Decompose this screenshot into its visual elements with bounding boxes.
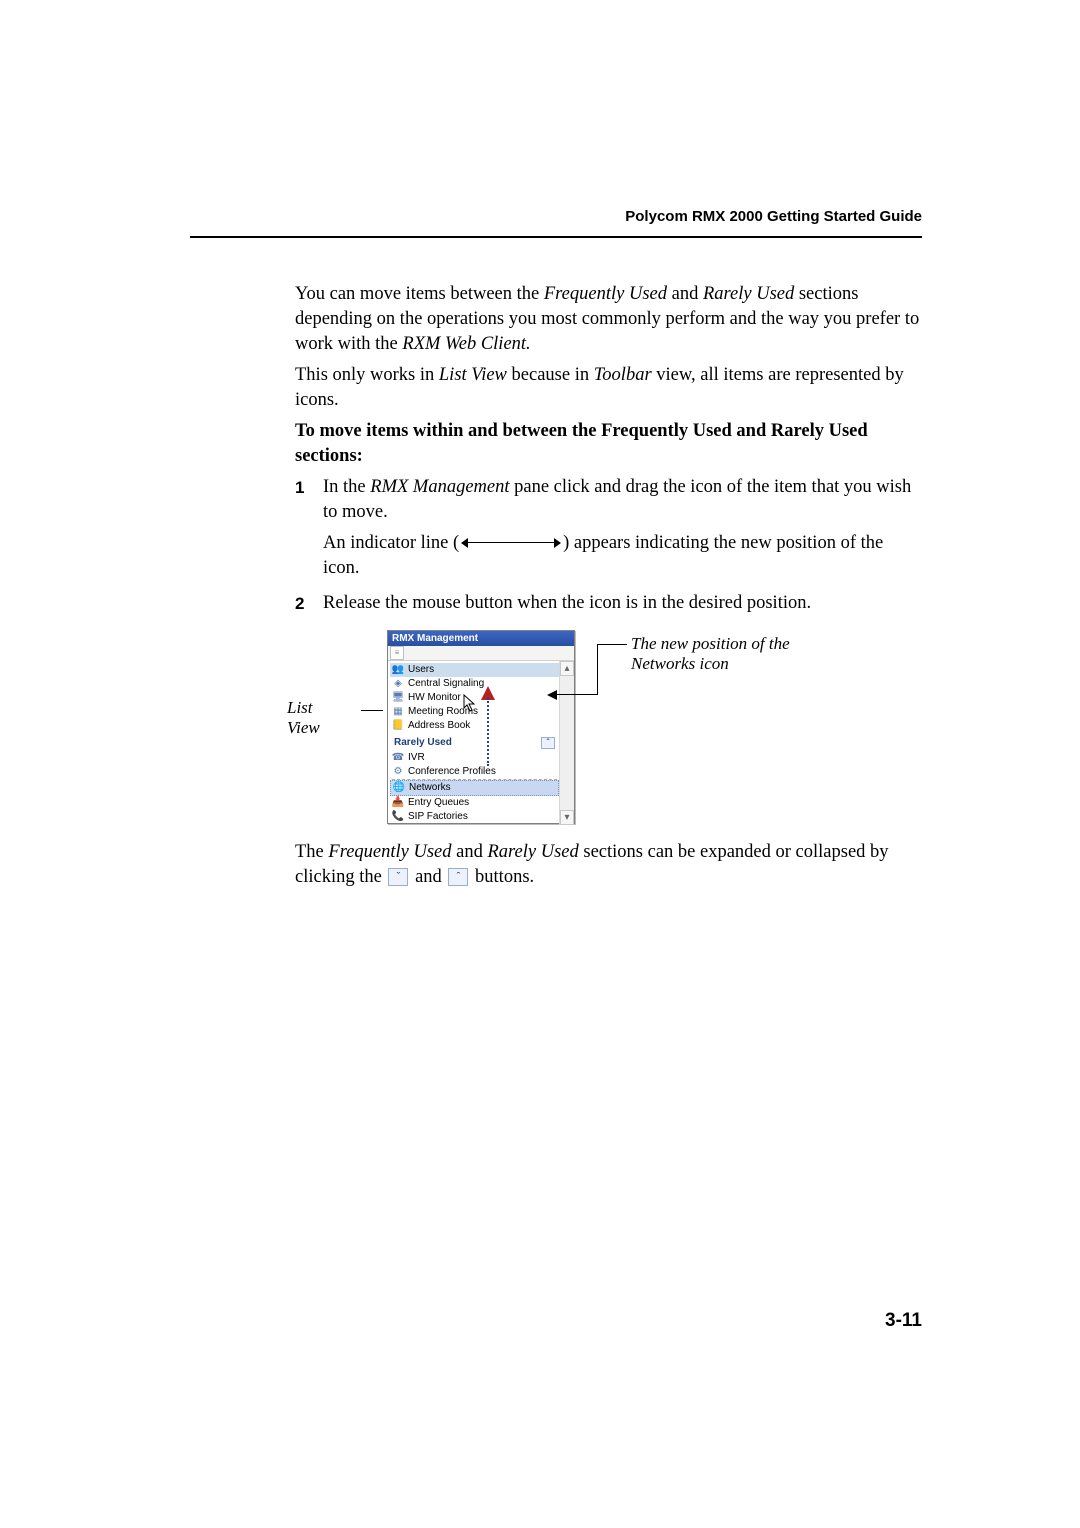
content-column: You can move items between the Frequentl… bbox=[295, 282, 922, 896]
step-body: In the RMX Management pane click and dra… bbox=[323, 475, 922, 587]
steps-list: 1 In the RMX Management pane click and d… bbox=[295, 475, 922, 622]
step-1-line-1: In the RMX Management pane click and dra… bbox=[323, 475, 922, 525]
profiles-icon: ⚙ bbox=[392, 766, 404, 778]
step-1-line-2: An indicator line () appears indicating … bbox=[323, 531, 922, 581]
list-item[interactable]: ⚙ Conference Profiles bbox=[390, 765, 559, 779]
panel-list: 👥 Users ◈ Central Signaling 🖥 HW Monitor bbox=[388, 661, 559, 825]
section-header-rarely-used[interactable]: Rarely Used ˆ bbox=[390, 735, 559, 751]
text-italic: Rarely Used bbox=[487, 842, 578, 862]
list-item[interactable]: ☎ IVR bbox=[390, 751, 559, 765]
callout-arrowhead-icon bbox=[547, 690, 557, 700]
indicator-line-icon bbox=[461, 538, 561, 548]
collapse-up-button-icon: ˆ bbox=[448, 868, 468, 886]
text: and bbox=[410, 867, 446, 887]
text-italic: List View bbox=[439, 365, 507, 385]
figure-left-leader-line bbox=[361, 710, 383, 711]
expand-down-button-icon: ˇ bbox=[388, 868, 408, 886]
callout-leader-line bbox=[597, 644, 598, 695]
step-2-text: Release the mouse button when the icon i… bbox=[323, 591, 922, 616]
address-book-icon: 📒 bbox=[392, 720, 404, 732]
list-item[interactable]: 👥 Users bbox=[390, 663, 559, 677]
entry-queues-icon: 📥 bbox=[392, 797, 404, 809]
list-item-label: IVR bbox=[408, 751, 425, 765]
intro-paragraph-2: This only works in List View because in … bbox=[295, 363, 922, 413]
intro-paragraph-1: You can move items between the Frequentl… bbox=[295, 282, 922, 357]
text-italic: Frequently Used bbox=[328, 842, 451, 862]
text: because in bbox=[507, 365, 594, 385]
document-page: Polycom RMX 2000 Getting Started Guide Y… bbox=[0, 0, 1080, 1528]
step-number: 2 bbox=[295, 591, 323, 622]
list-item-label: Central Signaling bbox=[408, 677, 484, 691]
step-2: 2 Release the mouse button when the icon… bbox=[295, 591, 922, 622]
list-item[interactable]: 📥 Entry Queues bbox=[390, 796, 559, 810]
text-italic: RMX Management bbox=[370, 477, 509, 497]
list-item-label: HW Monitor bbox=[408, 691, 461, 705]
text-italic: RXM Web Client. bbox=[402, 334, 530, 354]
text-italic: Toolbar bbox=[594, 365, 652, 385]
users-icon: 👥 bbox=[392, 664, 404, 676]
list-item-label: Users bbox=[408, 663, 434, 677]
scroll-up-button[interactable]: ▴ bbox=[560, 661, 574, 676]
panel-toolbar: ≡ bbox=[388, 646, 574, 661]
list-item-label: Conference Profiles bbox=[408, 765, 496, 779]
signaling-icon: ◈ bbox=[392, 678, 404, 690]
rmx-management-panel: RMX Management ≡ 👥 Users ◈ Central Signa… bbox=[387, 630, 575, 824]
text: You can move items between the bbox=[295, 284, 544, 304]
text: buttons. bbox=[470, 867, 534, 887]
list-item[interactable]: 🌐 Networks bbox=[390, 780, 559, 796]
scroll-down-button[interactable]: ▾ bbox=[560, 810, 574, 825]
text: This only works in bbox=[295, 365, 439, 385]
panel-title-bar: RMX Management bbox=[388, 631, 574, 647]
text-italic: Frequently Used bbox=[544, 284, 667, 304]
list-item-label: Entry Queues bbox=[408, 796, 469, 810]
text: In the bbox=[323, 477, 370, 497]
figure: List View RMX Management ≡ 👥 Users bbox=[295, 630, 922, 828]
section-label: Rarely Used bbox=[394, 736, 452, 750]
callout-leader-line bbox=[597, 644, 627, 645]
text: and bbox=[452, 842, 488, 862]
step-1: 1 In the RMX Management pane click and d… bbox=[295, 475, 922, 587]
header-title: Polycom RMX 2000 Getting Started Guide bbox=[625, 208, 922, 225]
list-item-label: SIP Factories bbox=[408, 810, 468, 824]
text: and bbox=[667, 284, 703, 304]
text: List bbox=[287, 698, 313, 717]
text: An indicator line ( bbox=[323, 533, 459, 553]
toolbar-view-toggle-button[interactable]: ≡ bbox=[390, 646, 404, 660]
hw-monitor-icon: 🖥 bbox=[392, 692, 404, 704]
collapse-icon[interactable]: ˆ bbox=[541, 737, 555, 749]
callout-leader-line bbox=[556, 694, 598, 695]
list-item[interactable]: 📒 Address Book bbox=[390, 719, 559, 733]
figure-left-label: List View bbox=[287, 698, 320, 739]
drag-cursor-icon bbox=[463, 694, 479, 712]
list-item-label: Address Book bbox=[408, 719, 470, 733]
text: The bbox=[295, 842, 328, 862]
text-italic: Rarely Used bbox=[703, 284, 794, 304]
list-item-label: Networks bbox=[409, 781, 451, 795]
page-number: 3-11 bbox=[885, 1310, 922, 1332]
figure-right-label: The new position of the Networks icon bbox=[631, 634, 821, 675]
text: View bbox=[287, 718, 320, 737]
procedure-title: To move items within and between the Fre… bbox=[295, 419, 922, 469]
closing-paragraph: The Frequently Used and Rarely Used sect… bbox=[295, 840, 922, 890]
scrollbar[interactable]: ▴ ▾ bbox=[559, 661, 574, 825]
step-body: Release the mouse button when the icon i… bbox=[323, 591, 922, 622]
header-rule bbox=[190, 236, 922, 238]
networks-icon: 🌐 bbox=[393, 782, 405, 794]
list-item[interactable]: 📞 SIP Factories bbox=[390, 810, 559, 824]
meeting-rooms-icon: ▦ bbox=[392, 706, 404, 718]
drag-path-dots bbox=[487, 698, 489, 766]
list-item[interactable]: ◈ Central Signaling bbox=[390, 677, 559, 691]
ivr-icon: ☎ bbox=[392, 752, 404, 764]
step-number: 1 bbox=[295, 475, 323, 587]
sip-factories-icon: 📞 bbox=[392, 811, 404, 823]
